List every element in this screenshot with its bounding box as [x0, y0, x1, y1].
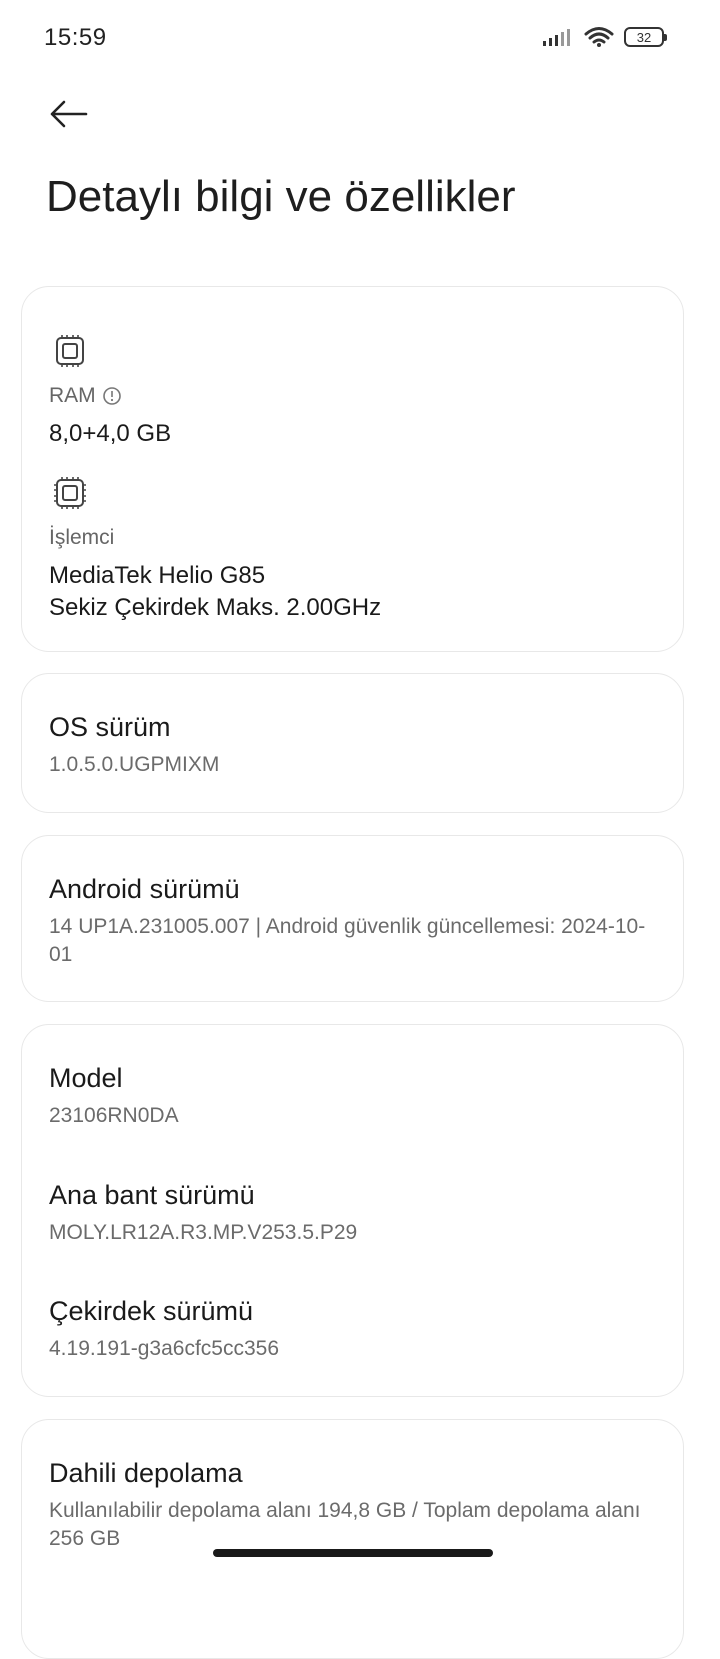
wifi-icon: [584, 27, 614, 47]
ram-label: RAM: [49, 384, 96, 407]
storage-value: Kullanılabilir depolama alanı 194,8 GB /…: [49, 1499, 641, 1550]
os-version-value: 1.0.5.0.UGPMIXM: [49, 753, 220, 776]
status-time: 15:59: [44, 24, 107, 51]
status-bar: 15:59 32: [0, 0, 720, 80]
android-version-value: 14 UP1A.231005.007 | Android güvenlik gü…: [49, 915, 646, 966]
battery-indicator: 32: [624, 27, 667, 47]
status-icons: 32: [542, 26, 667, 48]
info-icon[interactable]: [102, 386, 122, 406]
processor-name: MediaTek Helio G85: [49, 562, 266, 589]
home-indicator[interactable]: [213, 1549, 493, 1557]
baseband-title: Ana bant sürümü: [49, 1180, 255, 1210]
storage-card[interactable]: Dahili depolama Kullanılabilir depolama …: [21, 1419, 684, 1659]
page-title: Detaylı bilgi ve özellikler: [46, 172, 516, 221]
ram-label-row: RAM: [49, 384, 122, 408]
processor-chip-icon: [54, 477, 86, 509]
baseband-value: MOLY.LR12A.R3.MP.V253.5.P29: [49, 1221, 358, 1244]
android-version-card[interactable]: Android sürümü 14 UP1A.231005.007 | Andr…: [21, 835, 684, 1002]
kernel-value: 4.19.191-g3a6cfc5cc356: [49, 1337, 280, 1360]
model-title: Model: [49, 1063, 123, 1093]
os-version-card[interactable]: OS sürüm 1.0.5.0.UGPMIXM: [21, 673, 684, 813]
model-value: 23106RN0DA: [49, 1104, 179, 1127]
back-arrow-icon: [50, 100, 88, 128]
storage-title: Dahili depolama: [49, 1458, 243, 1488]
back-button[interactable]: [44, 92, 92, 136]
os-version-title: OS sürüm: [49, 712, 171, 742]
processor-label: İşlemci: [49, 526, 115, 549]
ram-chip-icon: [56, 335, 84, 367]
signal-bars-icon: [543, 29, 570, 46]
ram-value: 8,0+4,0 GB: [49, 420, 172, 447]
battery-level: 32: [636, 29, 652, 45]
processor-details: Sekiz Çekirdek Maks. 2.00GHz: [49, 594, 382, 621]
hardware-card: RAM 8,0+4,0 GB İşlemci MediaTek Helio G8…: [21, 286, 684, 652]
android-version-title: Android sürümü: [49, 874, 240, 904]
kernel-title: Çekirdek sürümü: [49, 1296, 254, 1326]
device-info-card: Model 23106RN0DA Ana bant sürümü MOLY.LR…: [21, 1024, 684, 1397]
